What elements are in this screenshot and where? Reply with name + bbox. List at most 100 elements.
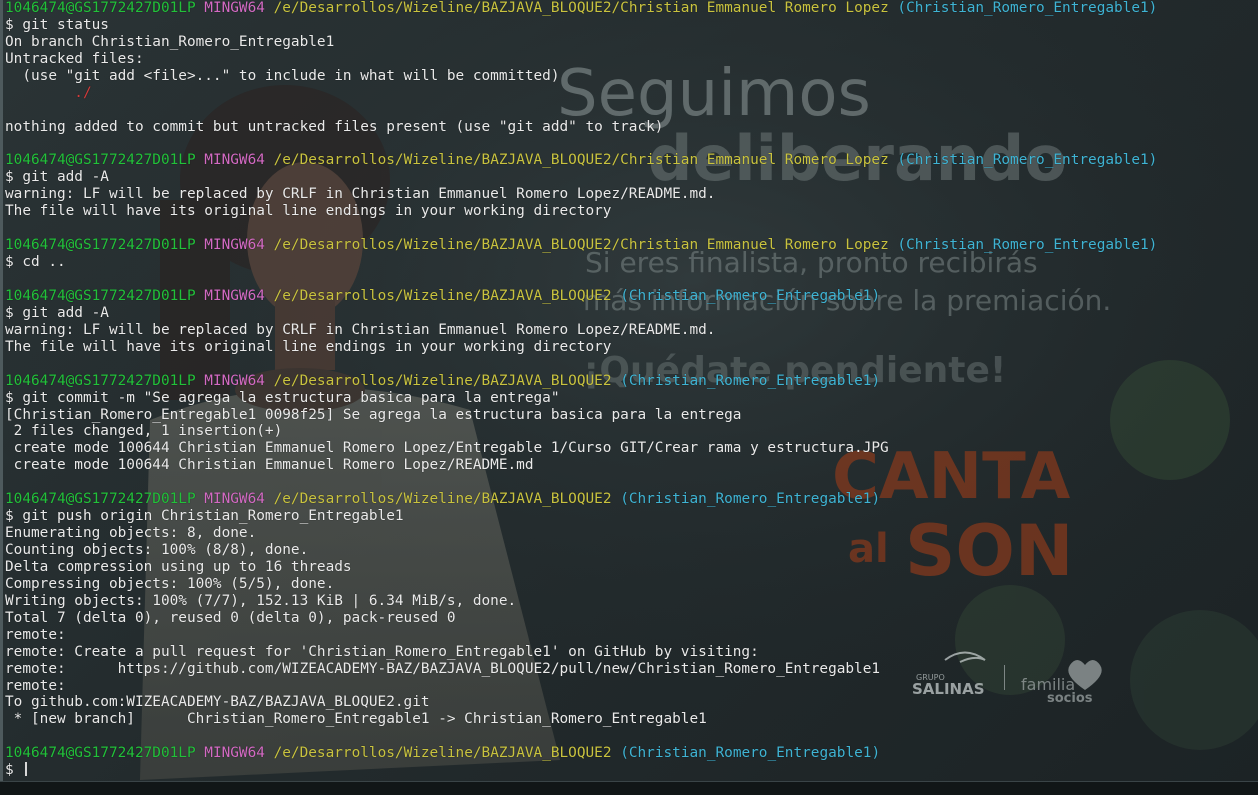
segment-text: [265, 237, 274, 253]
segment-text: [196, 288, 205, 304]
segment-text: Writing objects: 100% (7/7), 152.13 KiB …: [5, 592, 517, 609]
output-line: warning: LF will be replaced by CRLF in …: [5, 322, 1255, 339]
segment-path: /e/Desarrollos/Wizeline/BAZJAVA_BLOQUE2: [273, 745, 612, 762]
output-line: Counting objects: 100% (8/8), done.: [5, 542, 1255, 559]
segment-text: warning: LF will be replaced by CRLF in …: [5, 321, 716, 338]
segment-shell: MINGW64: [204, 287, 265, 304]
segment-text: [265, 152, 274, 168]
prompt-line: 1046474@GS1772427D01LP MINGW64 /e/Desarr…: [5, 0, 1255, 17]
segment-text: Delta compression using up to 16 threads: [5, 558, 352, 575]
segment-text: warning: LF will be replaced by CRLF in …: [5, 186, 716, 203]
segment-user-host: 1046474@GS1772427D01LP: [5, 152, 196, 169]
segment-text: $ git add -A: [5, 304, 109, 321]
segment-user-host: 1046474@GS1772427D01LP: [5, 0, 196, 16]
output-line: ./: [5, 85, 1255, 102]
segment-shell: MINGW64: [204, 0, 265, 16]
output-line: Untracked files:: [5, 51, 1255, 68]
segment-text: [196, 237, 205, 253]
terminal-output[interactable]: 1046474@GS1772427D01LP MINGW64 /e/Desarr…: [5, 0, 1255, 779]
segment-user-host: 1046474@GS1772427D01LP: [5, 745, 196, 762]
segment-text: * [new branch] Christian_Romero_Entregab…: [5, 711, 707, 728]
segment-text: [196, 745, 205, 761]
segment-user-host: 1046474@GS1772427D01LP: [5, 491, 196, 508]
segment-user-host: 1046474@GS1772427D01LP: [5, 372, 196, 389]
output-line: 2 files changed, 1 insertion(+): [5, 423, 1255, 440]
segment-text: nothing added to commit but untracked fi…: [5, 118, 664, 135]
segment-text: [612, 288, 621, 304]
text-cursor: [25, 762, 28, 777]
segment-text: [196, 491, 205, 507]
segment-text: (use "git add <file>..." to include in w…: [5, 67, 560, 84]
segment-text: $ git push origin Christian_Romero_Entre…: [5, 508, 404, 525]
window-bottom-border: [0, 781, 1258, 795]
segment-text: create mode 100644 Christian Emmanuel Ro…: [5, 457, 534, 474]
segment-branch: (Christian_Romero_Entregable1): [897, 0, 1158, 16]
segment-text: remote: https://github.com/WIZEACADEMY-B…: [5, 660, 881, 677]
segment-branch: (Christian_Romero_Entregable1): [620, 745, 881, 762]
output-line: Enumerating objects: 8, done.: [5, 525, 1255, 542]
segment-text: $ git status: [5, 16, 109, 33]
segment-text: The file will have its original line end…: [5, 338, 612, 355]
output-line: remote: Create a pull request for 'Chris…: [5, 644, 1255, 661]
segment-user-host: 1046474@GS1772427D01LP: [5, 237, 196, 254]
segment-path: /e/Desarrollos/Wizeline/BAZJAVA_BLOQUE2: [273, 491, 612, 508]
terminal-window[interactable]: Seguimos deliberando Si eres finalista, …: [0, 0, 1258, 795]
segment-branch: (Christian_Romero_Entregable1): [897, 237, 1158, 254]
segment-text: [196, 152, 205, 168]
output-line: (use "git add <file>..." to include in w…: [5, 68, 1255, 85]
window-left-border: [0, 0, 3, 795]
output-line: $ cd ..: [5, 254, 1255, 271]
output-line: remote:: [5, 627, 1255, 644]
segment-text: Enumerating objects: 8, done.: [5, 525, 257, 542]
output-line: The file will have its original line end…: [5, 339, 1255, 356]
output-line: create mode 100644 Christian Emmanuel Ro…: [5, 440, 1255, 457]
segment-path: /e/Desarrollos/Wizeline/BAZJAVA_BLOQUE2: [273, 287, 612, 304]
prompt-line: 1046474@GS1772427D01LP MINGW64 /e/Desarr…: [5, 288, 1255, 305]
output-line: [Christian_Romero_Entregable1 0098f25] S…: [5, 407, 1255, 424]
segment-branch: (Christian_Romero_Entregable1): [897, 152, 1158, 169]
segment-text: [265, 491, 274, 507]
prompt-line: 1046474@GS1772427D01LP MINGW64 /e/Desarr…: [5, 745, 1255, 762]
segment-text: remote:: [5, 626, 66, 643]
output-line: $ git commit -m "Se agrega la estructura…: [5, 390, 1255, 407]
segment-text: [265, 373, 274, 389]
segment-text: $ git commit -m "Se agrega la estructura…: [5, 389, 560, 406]
segment-untracked: ./: [5, 84, 92, 101]
output-line: Writing objects: 100% (7/7), 152.13 KiB …: [5, 593, 1255, 610]
segment-text: [265, 288, 274, 304]
segment-text: [196, 0, 205, 16]
output-line: $ git status: [5, 17, 1255, 34]
segment-text: Compressing objects: 100% (5/5), done.: [5, 575, 335, 592]
output-line: To github.com:WIZEACADEMY-BAZ/BAZJAVA_BL…: [5, 694, 1255, 711]
segment-shell: MINGW64: [204, 152, 265, 169]
segment-text: [612, 373, 621, 389]
segment-path: /e/Desarrollos/Wizeline/BAZJAVA_BLOQUE2: [273, 372, 612, 389]
segment-text: 2 files changed, 1 insertion(+): [5, 423, 283, 440]
segment-shell: MINGW64: [204, 491, 265, 508]
segment-text: [612, 745, 621, 761]
segment-text: [265, 745, 274, 761]
segment-text: create mode 100644 Christian Emmanuel Ro…: [5, 440, 889, 457]
output-line: Compressing objects: 100% (5/5), done.: [5, 576, 1255, 593]
segment-text: remote:: [5, 677, 66, 694]
segment-shell: MINGW64: [204, 372, 265, 389]
prompt-line: 1046474@GS1772427D01LP MINGW64 /e/Desarr…: [5, 152, 1255, 169]
segment-text: $: [5, 762, 23, 779]
segment-text: Counting objects: 100% (8/8), done.: [5, 542, 309, 558]
output-line: create mode 100644 Christian Emmanuel Ro…: [5, 457, 1255, 474]
segment-user-host: 1046474@GS1772427D01LP: [5, 287, 196, 304]
segment-text: To github.com:WIZEACADEMY-BAZ/BAZJAVA_BL…: [5, 694, 430, 711]
segment-text: The file will have its original line end…: [5, 203, 612, 220]
output-line: $ git add -A: [5, 169, 1255, 186]
segment-text: [196, 373, 205, 389]
segment-shell: MINGW64: [204, 745, 265, 762]
output-line: remote: https://github.com/WIZEACADEMY-B…: [5, 661, 1255, 678]
output-line: Total 7 (delta 0), reused 0 (delta 0), p…: [5, 610, 1255, 627]
segment-text: On branch Christian_Romero_Entregable1: [5, 33, 335, 50]
